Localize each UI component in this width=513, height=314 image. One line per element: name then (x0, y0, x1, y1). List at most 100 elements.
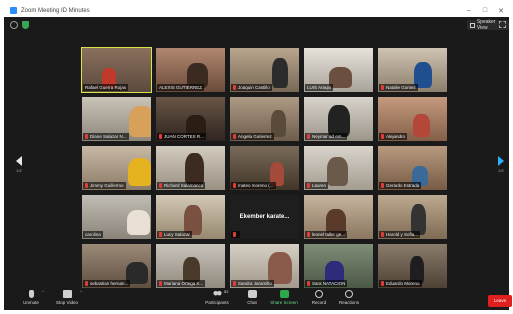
participant-name: Natalie Gomez (386, 85, 416, 90)
participants-label: Participants (205, 300, 229, 305)
participant-name-tag: Natalie Gomez (379, 84, 418, 91)
participant-tile[interactable]: Richard Salamanca (156, 146, 225, 190)
participant-figure (129, 106, 151, 137)
next-page-button[interactable]: 1/2 (496, 156, 506, 186)
participant-tile[interactable]: Sandra Jaramillo (230, 244, 299, 288)
participant-tile[interactable]: ALEXIS GUTIÉRREZ (156, 48, 225, 92)
participant-tile[interactable]: Natalie Gomez (378, 48, 447, 92)
participant-tile[interactable]: Harold y Sofia... (378, 195, 447, 239)
participant-name: JUAN CORTES R... (164, 134, 204, 139)
participant-display-name: Ekember karate... (239, 214, 290, 220)
participant-name-tag: mateo moreno (... (231, 182, 276, 189)
close-button[interactable]: ✕ (493, 7, 509, 15)
reactions-button[interactable]: Reactions (334, 290, 364, 308)
participant-figure (127, 210, 150, 235)
share-screen-button[interactable]: Share Screen (268, 290, 300, 308)
participant-name: Harold y Sofia... (386, 232, 419, 237)
participant-tile[interactable]: Gerardo Estrada (378, 146, 447, 190)
participant-tile[interactable]: mateo moreno (... (230, 146, 299, 190)
shield-icon[interactable] (22, 21, 29, 29)
zoom-window: Zoom Meeting ID Minutes – □ ✕ Speaker Vi… (4, 4, 509, 310)
muted-mic-icon (233, 232, 236, 237)
participant-name-tag: Alejandro (379, 133, 408, 140)
participant-tile[interactable]: Neymar ad em... (304, 97, 373, 141)
muted-mic-icon (307, 134, 310, 139)
record-label: Record (311, 300, 327, 305)
stop-video-button[interactable]: Stop Video (52, 290, 82, 308)
participant-tile[interactable]: Jimmy Guillermo (82, 146, 151, 190)
info-icon[interactable] (10, 21, 18, 29)
participant-tile[interactable]: leonel taller ge... (304, 195, 373, 239)
participants-button[interactable]: Participants 52 (202, 289, 232, 308)
participant-name: Rafael Guerra Rojas (85, 85, 127, 90)
participant-tile[interactable]: Ekember karate... (230, 195, 299, 239)
participant-name-tag: Richard Salamanca (157, 182, 206, 189)
muted-mic-icon (233, 134, 236, 139)
muted-mic-icon (233, 183, 236, 188)
participants-count: 52 (224, 289, 229, 294)
stop-video-label: Stop Video (56, 300, 78, 305)
participant-name-tag: leonel taller ge... (305, 231, 348, 238)
grid-icon (470, 22, 475, 28)
participant-name-tag: Joaquin Castillo (231, 84, 272, 91)
video-options-chevron-icon[interactable]: ^ (80, 289, 82, 294)
participant-name-tag: Jimmy Guillermo (83, 182, 126, 189)
participant-tile[interactable]: sebastian hernan... (82, 244, 151, 288)
participant-tile[interactable]: Rafael Guerra Rojas (81, 47, 152, 93)
muted-mic-icon (85, 281, 88, 286)
participant-name: Jimmy Guillermo (90, 183, 124, 188)
participant-tile[interactable]: LUIS Araujo (304, 48, 373, 92)
participant-name: Neymar ad em... (312, 134, 346, 139)
record-button[interactable]: Record (308, 290, 330, 308)
participant-name: leonel taller ge... (312, 232, 346, 237)
zoom-app-icon (10, 7, 17, 14)
muted-mic-icon (159, 134, 162, 139)
participant-name: Alejandro (386, 134, 406, 139)
minimize-button[interactable]: – (461, 7, 477, 15)
participant-name: Sandra Jaramillo (238, 281, 272, 286)
participant-tile[interactable]: JUAN CORTES R... (156, 97, 225, 141)
participant-name-tag: LUIS Araujo (305, 84, 334, 91)
title-bar: Zoom Meeting ID Minutes – □ ✕ (4, 4, 509, 17)
participant-tile[interactable]: Eduardo Moreno (378, 244, 447, 288)
participant-figure (413, 114, 430, 137)
fullscreen-icon[interactable] (499, 21, 506, 28)
record-icon (315, 290, 323, 298)
chat-label: Chat (247, 300, 257, 305)
participant-tile[interactable]: Lucy Salazar (156, 195, 225, 239)
participant-tile[interactable]: Joaquin Castillo (230, 48, 299, 92)
participant-tile[interactable]: Mariana Ortega K... (156, 244, 225, 288)
participant-tile[interactable]: Lauren (304, 146, 373, 190)
muted-mic-icon (85, 134, 88, 139)
participant-tile[interactable]: Sara NATACION (304, 244, 373, 288)
participant-figure (272, 58, 288, 88)
participant-tile[interactable]: carolina (82, 195, 151, 239)
participant-tile[interactable]: Alejandro (378, 97, 447, 141)
participant-figure (128, 158, 151, 186)
muted-mic-icon (233, 281, 236, 286)
participant-name: Gerardo Estrada (386, 183, 420, 188)
meeting-top-bar: Speaker View (4, 17, 509, 33)
muted-mic-icon (307, 183, 310, 188)
muted-mic-icon (159, 183, 162, 188)
page-indicator-left: 1/2 (16, 168, 22, 173)
chat-icon (247, 290, 257, 298)
muted-mic-icon (381, 183, 384, 188)
audio-options-chevron-icon[interactable]: ^ (42, 289, 44, 294)
muted-mic-icon (307, 232, 310, 237)
participant-name: sebastian hernan... (90, 281, 129, 286)
participant-tile[interactable]: Diane Salazar N... (82, 97, 151, 141)
participant-figure (327, 157, 348, 186)
leave-button[interactable]: Leave (488, 295, 512, 307)
participant-name-tag: Gerardo Estrada (379, 182, 422, 189)
chat-button[interactable]: Chat (242, 290, 262, 308)
unmute-button[interactable]: Unmute (20, 290, 42, 308)
participant-name: Richard Salamanca (164, 183, 204, 188)
participant-tile[interactable]: Angela Gutierrez (230, 97, 299, 141)
window-controls: – □ ✕ (461, 7, 509, 15)
participant-name: Eduardo Moreno (386, 281, 420, 286)
participant-name-tag: carolina (83, 231, 103, 238)
gallery-grid: Rafael Guerra Rojas ALEXIS GUTIÉRREZ Joaqu… (81, 47, 452, 288)
previous-page-button[interactable]: 1/2 (14, 156, 24, 186)
maximize-button[interactable]: □ (477, 7, 493, 15)
